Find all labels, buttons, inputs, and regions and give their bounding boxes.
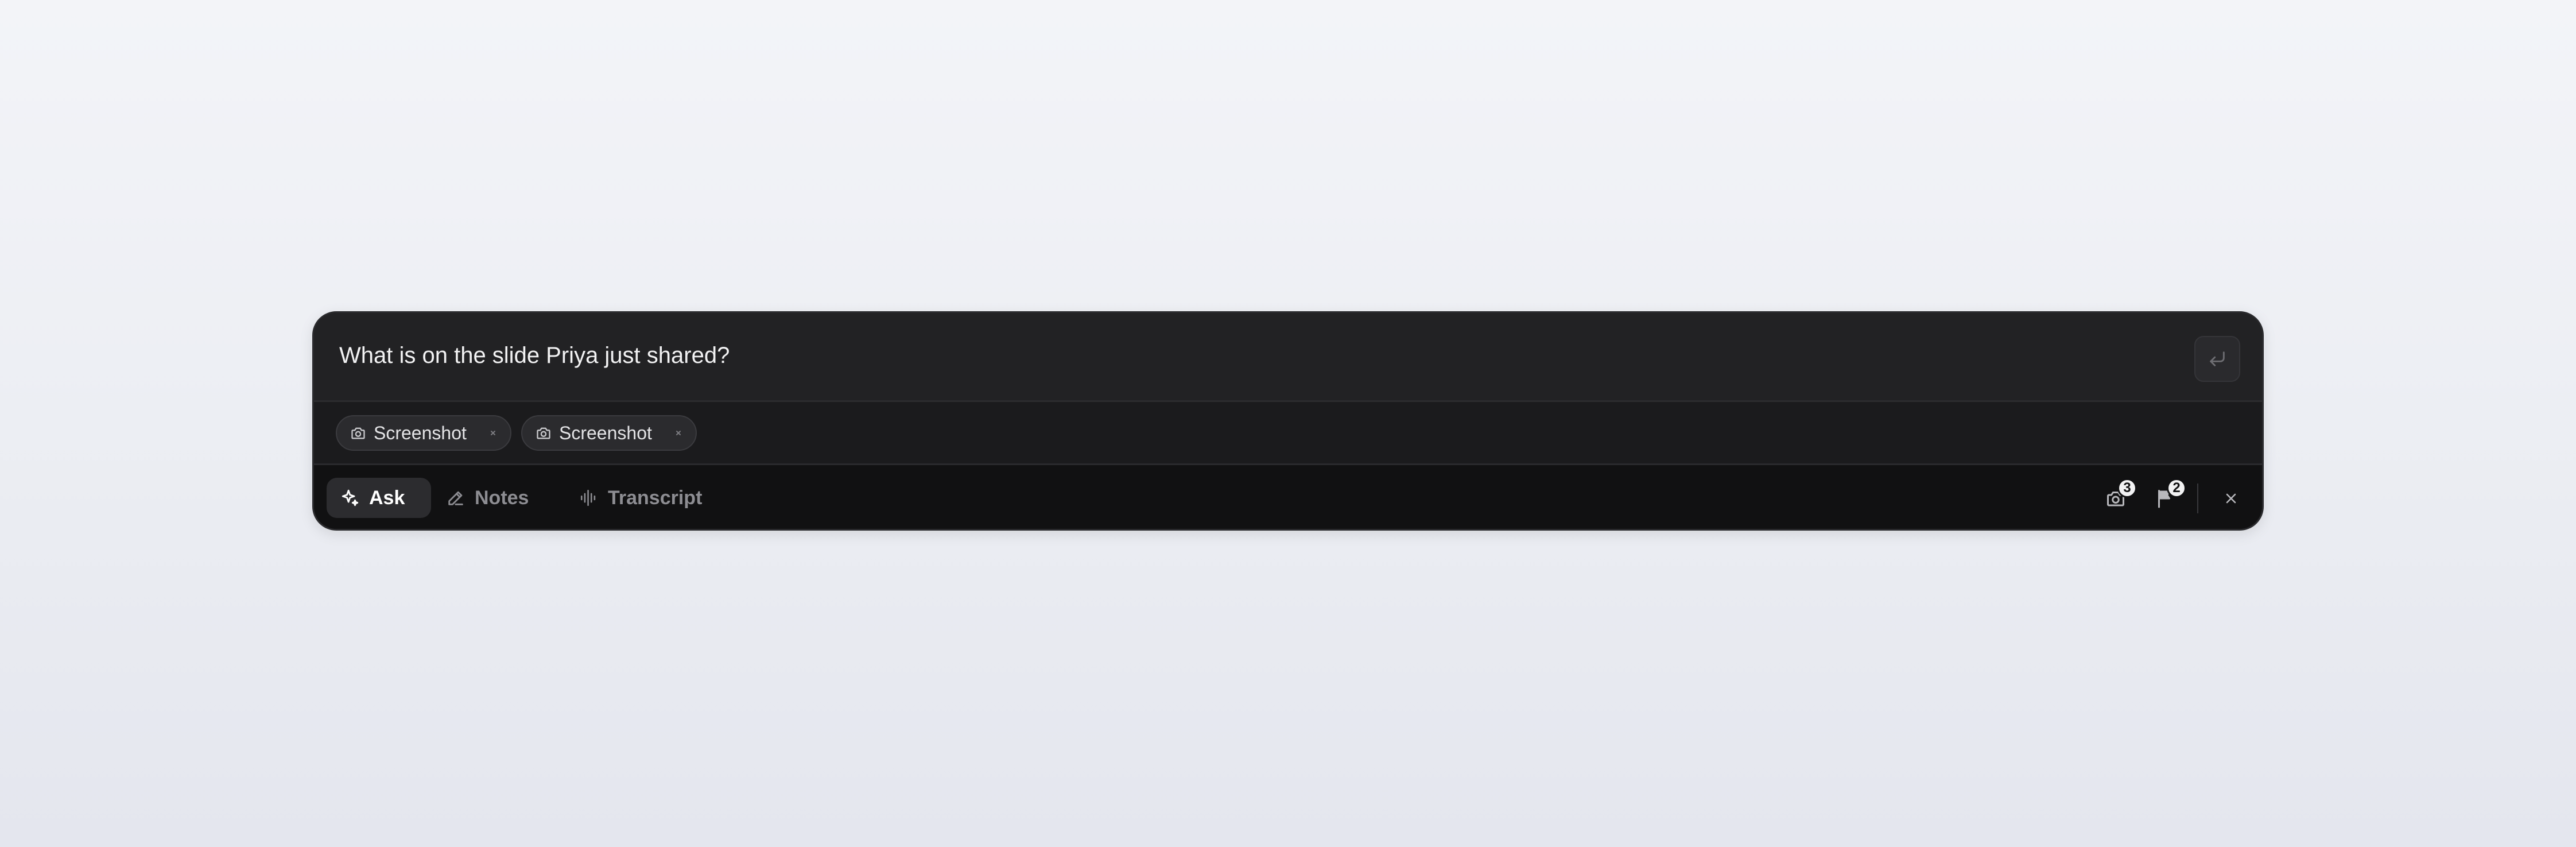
attachment-chip[interactable]: Screenshot xyxy=(336,415,511,451)
tab-label: Notes xyxy=(475,486,529,509)
tab-ask[interactable]: Ask xyxy=(327,478,431,518)
query-input[interactable]: What is on the slide Priya just shared? xyxy=(339,339,730,372)
attachments-row: Screenshot Screenshot xyxy=(314,402,2262,465)
audio-waveform-icon xyxy=(579,488,599,508)
ask-panel: What is on the slide Priya just shared? … xyxy=(312,311,2264,531)
send-button[interactable] xyxy=(2194,336,2240,382)
close-icon[interactable] xyxy=(487,427,499,439)
query-row: What is on the slide Priya just shared? xyxy=(314,313,2262,402)
attachment-chip[interactable]: Screenshot xyxy=(521,415,697,451)
pencil-icon xyxy=(446,488,465,508)
close-button[interactable] xyxy=(2217,484,2245,513)
toolbar-actions: 3 2 xyxy=(2055,465,2262,529)
toolbar-divider xyxy=(2197,484,2198,513)
close-icon[interactable] xyxy=(673,427,684,439)
close-icon xyxy=(2226,493,2236,504)
attachment-label: Screenshot xyxy=(559,422,652,443)
sparkles-icon xyxy=(340,488,360,508)
flags-count-badge: 2 xyxy=(2167,478,2186,498)
screenshots-count-badge: 3 xyxy=(2117,478,2137,498)
camera-icon xyxy=(350,424,367,442)
attachment-label: Screenshot xyxy=(374,422,467,443)
camera-icon xyxy=(535,424,552,442)
flags-button[interactable]: 2 xyxy=(2151,478,2186,513)
tab-notes[interactable]: Notes xyxy=(432,478,542,518)
screenshots-button[interactable]: 3 xyxy=(2101,478,2137,513)
tab-transcript[interactable]: Transcript xyxy=(565,478,716,518)
tab-label: Transcript xyxy=(608,486,703,509)
mode-toolbar: Ask Notes Transcript 3 2 xyxy=(314,465,2262,529)
tab-label: Ask xyxy=(369,486,405,509)
return-icon xyxy=(2210,351,2225,366)
